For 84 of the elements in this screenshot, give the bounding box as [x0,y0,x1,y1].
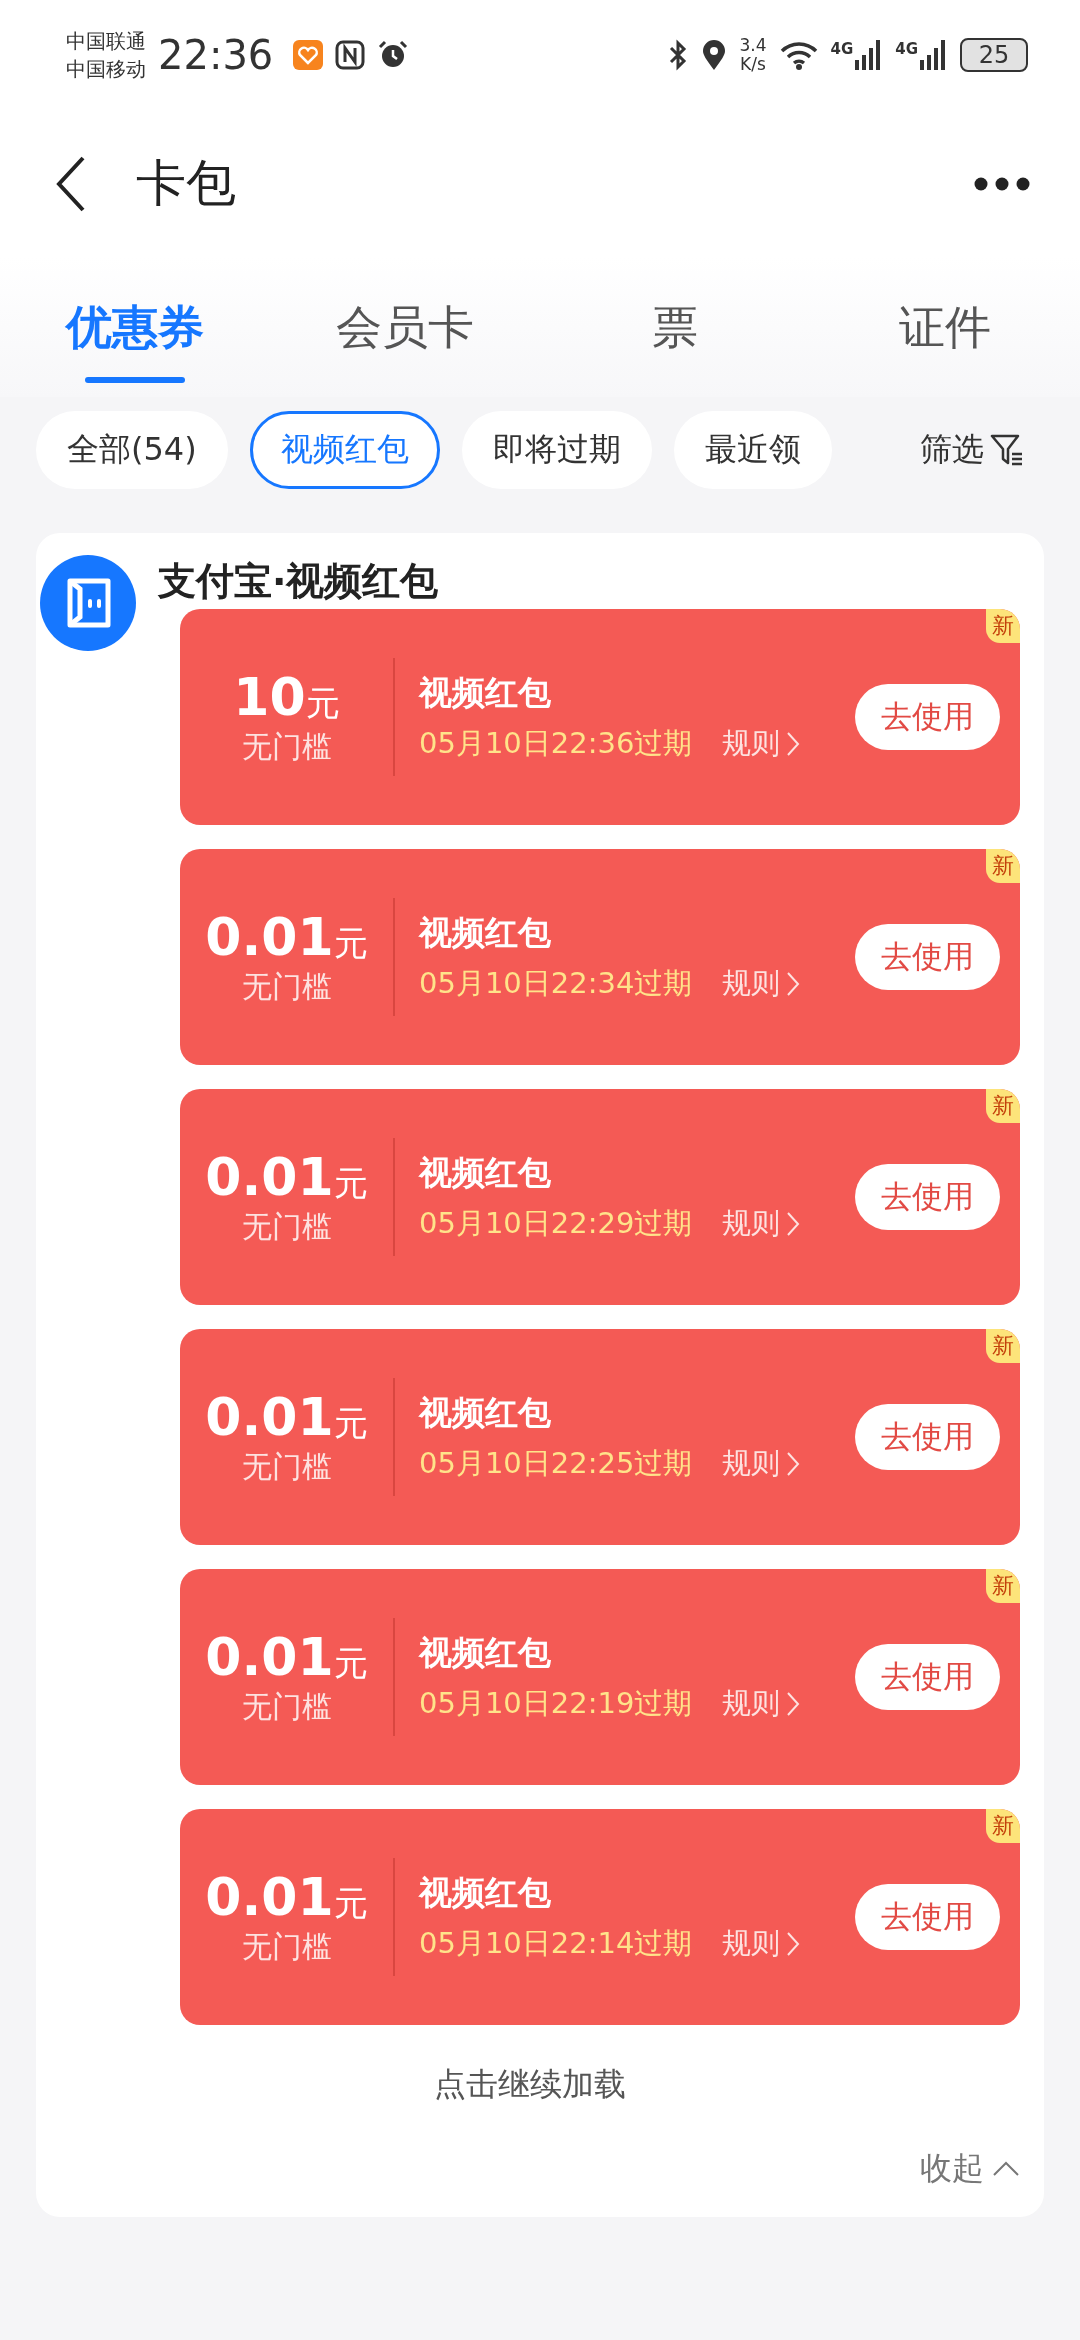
coupon-title: 视频红包 [419,911,552,954]
chevron-right-icon [786,970,801,997]
coupon-amount: 0.01 [205,1626,334,1687]
use-button[interactable]: 去使用 [855,1644,1000,1710]
filter-chip[interactable]: 全部(54) [36,411,228,489]
coupon-threshold: 无门槛 [241,967,332,1006]
back-icon[interactable] [56,155,86,212]
coupon-threshold: 无门槛 [241,1447,332,1486]
chevron-right-icon [786,1930,801,1957]
use-button[interactable]: 去使用 [855,1164,1000,1230]
chevron-right-icon [786,1450,801,1477]
coupon-title: 视频红包 [419,1631,552,1674]
coupon-title: 视频红包 [419,1391,552,1434]
currency-unit: 元 [333,1882,368,1923]
filter-chip[interactable]: 最近领 [673,411,832,489]
expiry-date: 05月10日22:14过期 [419,1924,693,1962]
signal-icon [918,40,948,70]
more-icon[interactable] [974,176,1030,191]
rules-link[interactable]: 规则 [722,723,801,764]
coupon-threshold: 无门槛 [241,1207,332,1246]
coupon-title: 视频红包 [419,1871,552,1914]
chevron-right-icon [786,1210,801,1237]
chevron-right-icon [786,730,801,757]
load-more-link[interactable]: 点击继续加载 [434,2065,626,2103]
rules-link[interactable]: 规则 [722,1923,801,1964]
currency-unit: 元 [305,682,340,723]
wifi-icon [778,40,819,70]
chevron-up-icon [992,2161,1020,2177]
coupon-amount: 0.01 [205,1386,334,1447]
expiry-date: 05月10日22:29过期 [419,1204,693,1242]
tab[interactable]: 票 [540,283,810,387]
coupon-title: 视频红包 [419,1151,552,1194]
use-button[interactable]: 去使用 [855,924,1000,990]
rules-link[interactable]: 规则 [722,1683,801,1724]
expiry-date: 05月10日22:34过期 [419,964,693,1002]
coupon-amount: 0.01 [205,906,334,967]
health-app-icon [293,40,324,70]
coupon-title: 视频红包 [419,671,552,714]
speed-unit: K/s [740,55,766,74]
currency-unit: 元 [333,1162,368,1203]
nfc-icon [335,40,366,70]
new-badge: 新 [986,609,1020,643]
expiry-date: 05月10日22:36过期 [419,724,693,762]
group-title: 支付宝·视频红包 [158,557,439,605]
speed-value: 3.4 [739,36,767,55]
tab[interactable]: 会员卡 [270,283,540,387]
expiry-date: 05月10日22:25过期 [419,1444,693,1482]
rules-link[interactable]: 规则 [722,1443,801,1484]
new-badge: 新 [986,1089,1020,1123]
carrier-name: 中国移动 [66,56,146,83]
coupon-threshold: 无门槛 [241,1927,332,1966]
new-badge: 新 [986,1569,1020,1603]
filter-icon [990,433,1024,467]
rules-link[interactable]: 规则 [722,963,801,1004]
app-logo-icon [40,555,136,651]
new-badge: 新 [986,1809,1020,1843]
rules-link[interactable]: 规则 [722,1203,801,1244]
tab[interactable]: 优惠券 [0,283,270,387]
coupon-threshold: 无门槛 [241,1687,332,1726]
collapse-link[interactable]: 收起 [920,2147,1020,2191]
coupon-threshold: 无门槛 [241,727,332,766]
page-title: 卡包 [136,153,236,214]
currency-unit: 元 [333,1402,368,1443]
coupon-amount: 0.01 [205,1866,334,1927]
use-button[interactable]: 去使用 [855,1884,1000,1950]
tab[interactable]: 证件 [810,283,1080,387]
new-badge: 新 [986,1329,1020,1363]
use-button[interactable]: 去使用 [855,1404,1000,1470]
filter-chip[interactable]: 即将过期 [461,411,652,489]
currency-unit: 元 [333,1642,368,1683]
network-type: 4G [895,40,918,58]
expiry-date: 05月10日22:19过期 [419,1684,693,1722]
battery-indicator: 25 [960,38,1028,72]
network-type: 4G [830,40,854,58]
carrier-name: 中国联通 [66,28,146,55]
filter-chip[interactable]: 视频红包 [249,411,440,489]
coupon-amount: 0.01 [205,1146,334,1207]
chevron-right-icon [786,1690,801,1717]
coupon-amount: 10 [233,666,306,727]
currency-unit: 元 [333,922,368,963]
location-icon [701,39,728,71]
status-time: 22:36 [158,32,274,78]
new-badge: 新 [986,849,1020,883]
use-button[interactable]: 去使用 [855,684,1000,750]
